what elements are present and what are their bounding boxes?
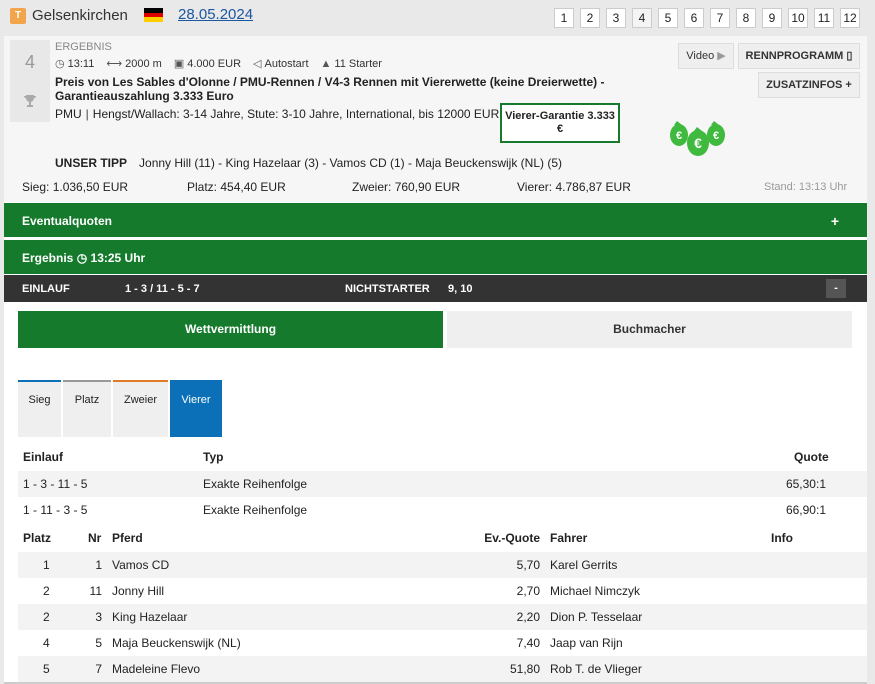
pool-zweier: Zweier: 760,90 EUR bbox=[352, 180, 461, 194]
eventualquoten-toggle[interactable]: Eventualquoten + bbox=[4, 203, 867, 237]
nichtstarter-value: 9, 10 bbox=[448, 283, 473, 295]
race-panel: 4 ERGEBNIS ◷ 13:11 ⟷ 2000 m ▣ 4.000 EUR ◁ Au… bbox=[4, 36, 867, 684]
race-button[interactable]: 8 bbox=[736, 8, 756, 28]
race-button[interactable]: 6 bbox=[684, 8, 704, 28]
nichtstarter-label: NICHTSTARTER bbox=[345, 283, 430, 295]
zusatzinfos-button[interactable]: ZUSATZINFOS + bbox=[758, 72, 860, 98]
result-label: Ergebnis ◷ 13:25 Uhr bbox=[22, 251, 146, 265]
race-purse: ▣ 4.000 EUR bbox=[173, 58, 242, 70]
pool-sieg: Sieg: 1.036,50 EUR bbox=[22, 180, 129, 194]
col-typ: Typ bbox=[203, 450, 224, 464]
trophy-icon bbox=[24, 95, 36, 107]
play-icon: ▶ bbox=[717, 50, 726, 62]
race-meta: ◷ 13:11 ⟷ 2000 m ▣ 4.000 EUR ◁ Autostart ▲ 11… bbox=[55, 57, 382, 71]
tab-zweier[interactable]: Zweier bbox=[113, 380, 168, 437]
results-header: Platz Nr Pferd Ev.-Quote Fahrer Info bbox=[18, 525, 867, 551]
col-ev-quote: Ev.-Quote bbox=[484, 531, 540, 545]
track-name: Gelsenkirchen bbox=[32, 7, 128, 24]
race-starters: ▲ 11 Starter bbox=[320, 57, 382, 70]
race-date-link[interactable]: 28.05.2024 bbox=[178, 6, 253, 23]
race-conditions: PMU | Hengst/Wallach: 3-14 Jahre, Stute: 3… bbox=[55, 107, 500, 121]
col-info: Info bbox=[771, 531, 793, 545]
result-row: 4 5 Maja Beuckenswijk (NL) 7,40 Jaap van… bbox=[43, 636, 623, 650]
result-row: 2 3 King Hazelaar 2,20 Dion P. Tesselaar bbox=[18, 604, 867, 630]
race-title: Preis von Les Sables d'Olonne / PMU-Renn… bbox=[55, 75, 605, 103]
race-start: ◁ Autostart bbox=[253, 58, 309, 70]
col-quote: Quote bbox=[794, 450, 829, 464]
col-pferd: Pferd bbox=[112, 531, 143, 545]
col-einlauf: Einlauf bbox=[23, 450, 64, 464]
svg-text:€: € bbox=[713, 130, 719, 142]
quotes-header: Einlauf Typ Quote bbox=[18, 444, 867, 470]
money-icon: ▣ bbox=[173, 58, 185, 70]
result-row: 1 1 Vamos CD 5,70 Karel Gerrits bbox=[18, 552, 867, 578]
money-bags-icon: € € € bbox=[670, 121, 725, 156]
rennprogramm-button[interactable]: RENNPROGRAMM ▯ bbox=[738, 43, 860, 69]
tab-sieg[interactable]: Sieg bbox=[18, 380, 61, 437]
race-button[interactable]: 11 bbox=[814, 8, 834, 28]
quote-row: 1 - 3 - 11 - 5 Exakte Reihenfolge 65,30:… bbox=[18, 471, 867, 497]
race-selector: 1 2 3 4 5 6 7 8 9 10 11 12 bbox=[554, 8, 860, 28]
svg-text:€: € bbox=[676, 130, 682, 142]
top-bar: T Gelsenkirchen 28.05.2024 1 2 3 4 5 6 7… bbox=[0, 0, 875, 36]
document-icon: ▯ bbox=[846, 50, 853, 62]
race-info: 4 ERGEBNIS ◷ 13:11 ⟷ 2000 m ▣ 4.000 EUR ◁ Au… bbox=[4, 36, 867, 202]
result-row: 5 7 Madeleine Flevo 51,80 Rob T. de Vlie… bbox=[18, 656, 867, 682]
collapse-button[interactable]: - bbox=[826, 279, 846, 298]
race-button[interactable]: 7 bbox=[710, 8, 730, 28]
pool-platz: Platz: 454,40 EUR bbox=[187, 180, 286, 194]
col-platz: Platz bbox=[23, 531, 52, 545]
race-number: 4 bbox=[24, 52, 35, 72]
race-button[interactable]: 1 bbox=[554, 8, 574, 28]
svg-text:€: € bbox=[694, 135, 702, 151]
einlauf-value: 1 - 3 / 11 - 5 - 7 bbox=[125, 283, 200, 295]
distance-arrows-icon: ⟷ bbox=[106, 58, 123, 70]
expand-icon: + bbox=[830, 213, 839, 229]
race-status: ERGEBNIS bbox=[55, 41, 112, 53]
germany-flag-icon bbox=[144, 8, 163, 22]
result-header: Ergebnis ◷ 13:25 Uhr bbox=[4, 240, 867, 274]
pool-timestamp: Stand: 13:13 Uhr bbox=[764, 181, 848, 193]
vierer-guarantee-box: Vierer-Garantie 3.333 € bbox=[500, 103, 620, 143]
tab-vierer[interactable]: Vierer bbox=[170, 380, 222, 437]
clock-icon: ◷ bbox=[76, 251, 88, 265]
col-fahrer: Fahrer bbox=[550, 531, 588, 545]
video-button[interactable]: Video ▶ bbox=[678, 43, 734, 69]
our-tip: UNSER TIPP Jonny Hill (11) - King Hazelaa… bbox=[55, 156, 563, 170]
trot-badge: T bbox=[10, 8, 26, 24]
eventualquoten-label: Eventualquoten bbox=[22, 214, 113, 228]
race-button[interactable]: 2 bbox=[580, 8, 600, 28]
megaphone-icon: ◁ bbox=[253, 58, 262, 70]
race-distance: ⟷ 2000 m bbox=[106, 58, 162, 70]
race-button[interactable]: 10 bbox=[788, 8, 808, 28]
race-time: ◷ 13:11 bbox=[55, 58, 95, 70]
race-button[interactable]: 9 bbox=[762, 8, 782, 28]
race-button[interactable]: 3 bbox=[606, 8, 626, 28]
race-button-active[interactable]: 4 bbox=[632, 8, 652, 28]
einlauf-label: EINLAUF bbox=[22, 283, 70, 295]
clock-icon: ◷ bbox=[55, 58, 65, 70]
race-button[interactable]: 12 bbox=[840, 8, 860, 28]
pool-vierer: Vierer: 4.786,87 EUR bbox=[517, 180, 631, 194]
col-nr: Nr bbox=[88, 531, 102, 545]
einlauf-bar: EINLAUF 1 - 3 / 11 - 5 - 7 NICHTSTARTER … bbox=[4, 275, 867, 302]
bet-type-tabs: Sieg Platz Zweier Vierer bbox=[18, 380, 222, 437]
result-row: 2 11 Jonny Hill 2,70 Michael Nimczyk bbox=[43, 584, 641, 598]
race-button[interactable]: 5 bbox=[658, 8, 678, 28]
tab-platz[interactable]: Platz bbox=[63, 380, 111, 437]
race-number-box: 4 bbox=[10, 40, 50, 122]
race-page: T Gelsenkirchen 28.05.2024 1 2 3 4 5 6 7… bbox=[0, 0, 875, 684]
tab-buchmacher[interactable]: Buchmacher bbox=[447, 311, 852, 348]
tab-wettvermittlung[interactable]: Wettvermittlung bbox=[18, 311, 443, 348]
quote-row: 1 - 11 - 3 - 5 Exakte Reihenfolge 66,90:… bbox=[23, 503, 826, 517]
plus-icon: + bbox=[845, 79, 852, 91]
horse-icon: ▲ bbox=[320, 57, 332, 70]
